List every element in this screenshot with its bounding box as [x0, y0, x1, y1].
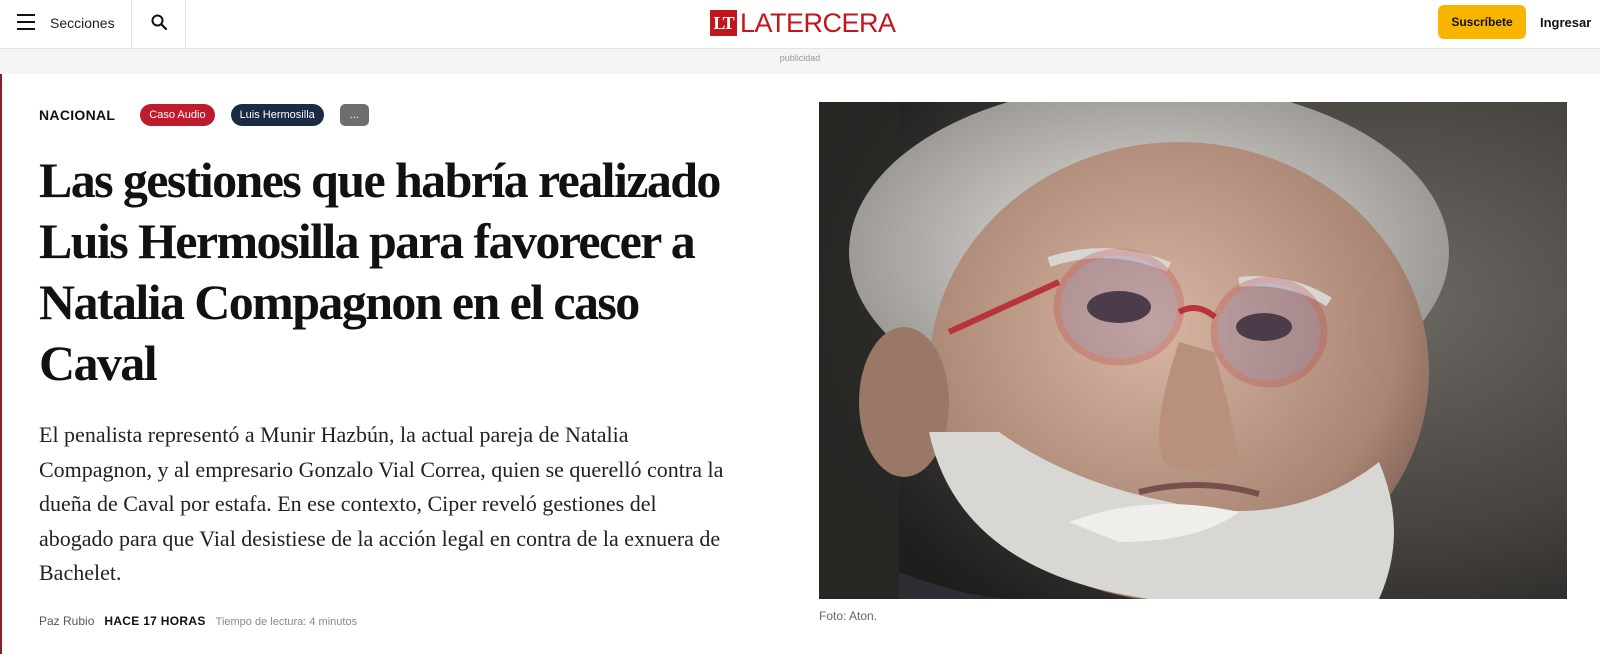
advertising-strip: publicidad: [0, 49, 1600, 74]
author-link[interactable]: Paz Rubio: [39, 614, 94, 628]
photo-caption: Foto: Aton.: [819, 609, 878, 623]
logo-mark: LT: [710, 10, 737, 36]
sections-menu-button[interactable]: Secciones: [0, 0, 132, 48]
article-photo: [819, 102, 1567, 599]
logo-wordmark: LATERCERA: [740, 8, 896, 38]
site-logo[interactable]: LT LATERCERA: [710, 9, 896, 37]
sections-menu-label: Secciones: [50, 15, 115, 31]
article-byline: Paz Rubio HACE 17 HORAS Tiempo de lectur…: [39, 614, 357, 628]
search-button[interactable]: [132, 0, 186, 48]
search-icon: [151, 14, 167, 30]
article-tags: NACIONAL Caso Audio Luis Hermosilla ...: [39, 103, 385, 127]
advertising-label: publicidad: [779, 53, 821, 63]
publish-time: HACE 17 HORAS: [104, 614, 206, 628]
more-tags-button[interactable]: ...: [339, 104, 369, 126]
reading-time: Tiempo de lectura: 4 minutos: [215, 616, 358, 628]
hamburger-icon: [17, 14, 35, 30]
top-navigation-bar: Secciones LT LATERCERA Suscríbete Ingres…: [0, 0, 1600, 49]
article-headline: Las gestiones que habría realizado Luis …: [39, 152, 721, 391]
portrait-illustration: [819, 102, 1567, 599]
article-lead: El penalista representó a Munir Hazbún, …: [39, 422, 724, 585]
tag-pill[interactable]: Luis Hermosilla: [230, 104, 324, 126]
subscribe-button[interactable]: Suscríbete: [1438, 5, 1526, 39]
section-link[interactable]: NACIONAL: [39, 107, 115, 123]
tag-pill[interactable]: Caso Audio: [140, 104, 215, 126]
page-left-edge: [0, 0, 2, 654]
login-link[interactable]: Ingresar: [1540, 15, 1591, 30]
